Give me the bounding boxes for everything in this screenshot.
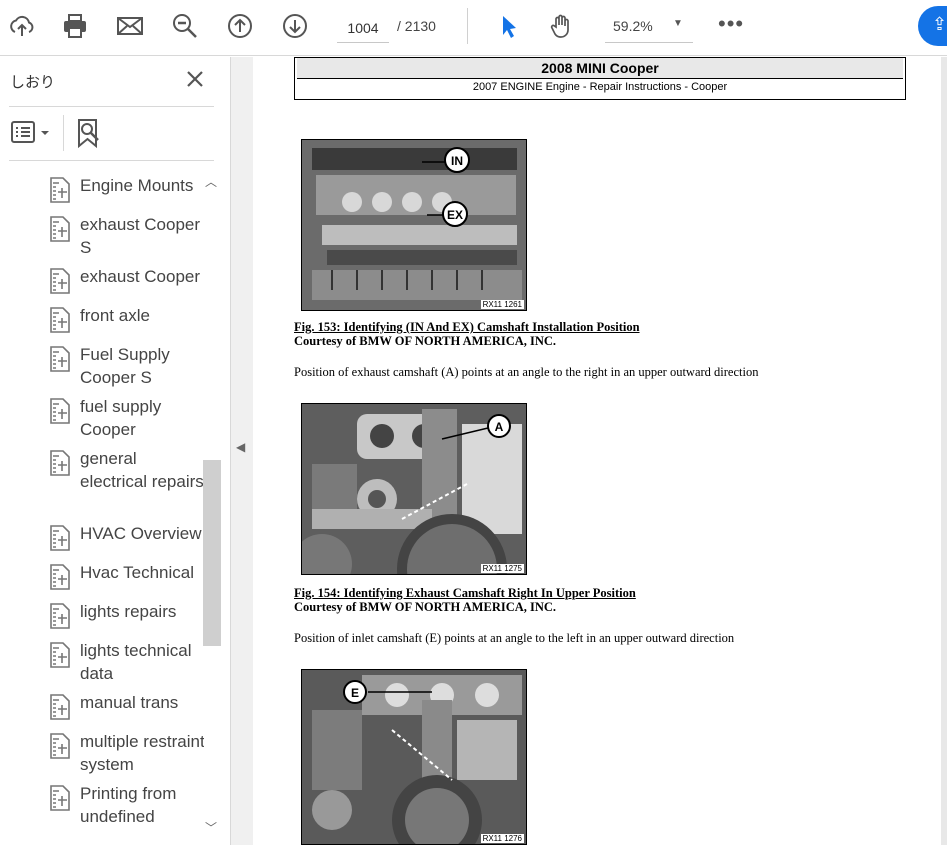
body-paragraph: Position of inlet camshaft (E) points at… [294, 631, 735, 645]
bookmark-item[interactable]: multiple restraint system [48, 730, 204, 776]
chevron-down-icon: ▼ [673, 18, 683, 29]
share-button[interactable]: ⇪ [918, 6, 947, 46]
more-options-icon[interactable]: ••• [718, 12, 744, 36]
engine-camshaft-photo: E [302, 670, 526, 844]
next-page-icon[interactable] [275, 8, 315, 44]
bookmark-item[interactable]: manual trans [48, 691, 204, 721]
divider [9, 106, 214, 107]
figure-image: A RX11 1275 [301, 403, 527, 575]
bookmark-item[interactable]: front axle [48, 304, 204, 334]
document-page: 2008 MINI Cooper 2007 ENGINE Engine - Re… [253, 57, 941, 845]
bookmark-label: front axle [80, 306, 150, 325]
toolbar-divider [467, 8, 468, 44]
bookmark-page-icon [50, 733, 70, 759]
bookmark-page-icon [50, 603, 70, 629]
bookmark-label: Printing from undefined [80, 784, 177, 826]
body-paragraph: Position of exhaust camshaft (A) points … [294, 365, 759, 379]
select-cursor-icon[interactable] [488, 8, 528, 44]
page-total: / 2130 [397, 18, 436, 34]
bookmark-item[interactable]: Printing from undefined [48, 782, 204, 828]
bookmark-item[interactable]: lights repairs [48, 600, 204, 630]
callout-label: E [351, 686, 359, 700]
figure-caption: Fig. 154: Identifying Exhaust Camshaft R… [294, 586, 636, 614]
scroll-up-icon[interactable]: ︿ [205, 173, 217, 190]
bookmark-label: exhaust Cooper S [80, 215, 201, 257]
callout-label: A [495, 420, 504, 434]
bookmark-page-icon [50, 694, 70, 720]
figure-image: IN EX RX11 1261 [301, 139, 527, 311]
bookmarks-panel: しおり Engine Mounts exhaust Cooper S exhau… [0, 57, 231, 845]
page-number-input[interactable] [337, 13, 389, 43]
callout-label: IN [451, 154, 463, 168]
image-code: RX11 1261 [480, 300, 524, 309]
bookmark-label: general electrical repairs [80, 449, 204, 491]
bookmark-page-icon [50, 346, 70, 372]
bookmark-page-icon [50, 450, 70, 476]
bookmark-page-icon [50, 642, 70, 668]
caption-credit: Courtesy of BMW OF NORTH AMERICA, INC. [294, 600, 557, 614]
doc-header: 2008 MINI Cooper 2007 ENGINE Engine - Re… [294, 57, 906, 100]
callout-label: EX [447, 208, 463, 222]
image-code: RX11 1275 [480, 564, 524, 573]
divider [63, 115, 64, 151]
bookmark-search-icon[interactable] [74, 117, 104, 149]
mail-icon[interactable] [110, 8, 150, 44]
bookmark-item[interactable]: Fuel Supply Cooper S [48, 343, 204, 389]
bookmark-page-icon [50, 785, 70, 811]
bookmark-page-icon [50, 398, 70, 424]
caption-title: Fig. 153: Identifying (IN And EX) Camsha… [294, 320, 640, 334]
caption-credit: Courtesy of BMW OF NORTH AMERICA, INC. [294, 334, 557, 348]
scroll-down-icon[interactable]: ﹀ [205, 819, 217, 836]
bookmark-item[interactable]: fuel supply Cooper [48, 395, 204, 441]
bookmark-list: Engine Mounts exhaust Cooper S exhaust C… [0, 169, 204, 837]
bookmark-label: HVAC Overview [80, 524, 202, 543]
bookmark-label: manual trans [80, 693, 179, 712]
bookmark-item[interactable]: Hvac Technical [48, 561, 204, 591]
bookmark-label: fuel supply Cooper [80, 397, 162, 439]
scrollbar-thumb[interactable] [203, 460, 221, 646]
bookmark-label: lights repairs [80, 602, 177, 621]
right-panel-edge [941, 57, 947, 845]
bookmark-page-icon [50, 307, 70, 333]
bookmark-label: lights technical data [80, 641, 192, 683]
caption-title: Fig. 154: Identifying Exhaust Camshaft R… [294, 586, 636, 600]
bookmark-item[interactable]: exhaust Cooper [48, 265, 204, 295]
engine-camshaft-photo: IN EX [302, 140, 526, 310]
figure-caption: Fig. 153: Identifying (IN And EX) Camsha… [294, 320, 640, 348]
divider [9, 160, 214, 161]
bookmark-page-icon [50, 268, 70, 294]
bookmark-item[interactable]: Engine Mounts [48, 174, 204, 204]
toolbar: / 2130 59.2% ▼ ••• ⇪ [0, 0, 947, 56]
print-icon[interactable] [55, 8, 95, 44]
hand-tool-icon[interactable] [542, 8, 582, 44]
bookmark-page-icon [50, 525, 70, 551]
zoom-dropdown[interactable]: 59.2% ▼ [605, 12, 693, 43]
zoom-value: 59.2% [613, 18, 653, 34]
engine-camshaft-photo: A [302, 404, 526, 574]
bookmark-item[interactable]: general electrical repairs [48, 447, 204, 493]
bookmark-label: multiple restraint system [80, 732, 204, 774]
prev-page-icon[interactable] [220, 8, 260, 44]
bookmark-label: Fuel Supply Cooper S [80, 345, 170, 387]
share-icon: ⇪ [932, 14, 947, 34]
panel-title: しおり [10, 74, 56, 91]
close-icon[interactable] [183, 67, 207, 91]
bookmark-options-icon[interactable] [10, 119, 56, 147]
zoom-out-icon[interactable] [165, 8, 205, 44]
collapse-left-icon[interactable]: ◀ [236, 440, 245, 454]
bookmark-page-icon [50, 564, 70, 590]
bookmark-page-icon [50, 177, 70, 203]
bookmark-item[interactable]: lights technical data [48, 639, 204, 685]
bookmark-item[interactable]: HVAC Overview [48, 522, 204, 552]
bookmark-label: Hvac Technical [80, 563, 195, 582]
bookmark-label: exhaust Cooper [80, 267, 201, 286]
figure-image: E RX11 1276 [301, 669, 527, 845]
image-code: RX11 1276 [480, 834, 524, 843]
bookmark-label: Engine Mounts [80, 176, 194, 195]
doc-header-title: 2008 MINI Cooper [297, 58, 903, 79]
doc-header-subtitle: 2007 ENGINE Engine - Repair Instructions… [472, 81, 728, 93]
bookmark-item[interactable]: exhaust Cooper S [48, 213, 204, 259]
bookmark-page-icon [50, 216, 70, 242]
upload-cloud-icon[interactable] [2, 8, 42, 44]
